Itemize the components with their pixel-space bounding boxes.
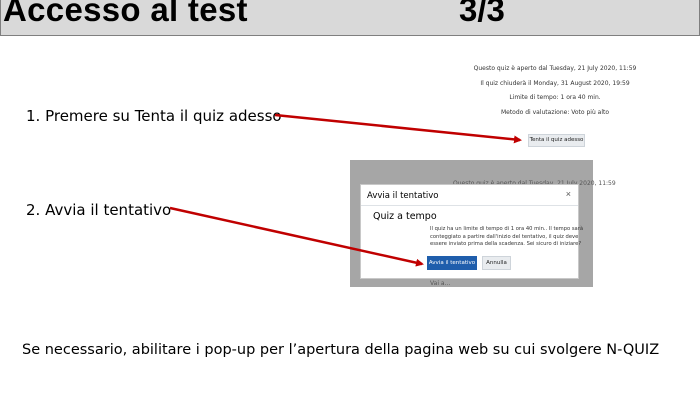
dialog-subtitle: Quiz a tempo xyxy=(373,211,437,222)
step-2-text: 2. Avvia il tentativo xyxy=(26,201,172,219)
header-bar: Accesso al test 3/3 xyxy=(0,0,700,36)
step-1-text: 1. Premere su Tenta il quiz adesso xyxy=(26,107,282,125)
page-title: Accesso al test xyxy=(3,0,248,28)
quiz-open-date: Questo quiz è aperto dal Tuesday, 21 Jul… xyxy=(473,65,637,72)
start-attempt-button[interactable]: Avvia il tentativo xyxy=(427,256,477,270)
dialog-divider xyxy=(361,205,578,206)
quiz-grading-method: Metodo di valutazione: Voto più alto xyxy=(500,108,610,116)
backdrop-link: Vai a... xyxy=(430,280,451,287)
quiz-time-limit: Limite di tempo: 1 ora 40 min. xyxy=(509,94,601,101)
page-number: 3/3 xyxy=(459,0,505,28)
quiz-info-panel: Questo quiz è aperto dal Tuesday, 21 Jul… xyxy=(440,62,670,120)
quiz-close-date: Il quiz chiuderà il Monday, 31 August 20… xyxy=(480,79,630,87)
try-quiz-button[interactable]: Tenta il quiz adesso xyxy=(528,134,585,147)
start-attempt-dialog: Avvia il tentativo × Quiz a tempo Il qui… xyxy=(360,184,584,279)
dialog-title: Avvia il tentativo xyxy=(367,191,439,201)
dialog-body: Il quiz ha un limite di tempo di 1 ora 4… xyxy=(430,226,584,249)
dialog-body-line: essere inviato prima della scadenza. Sei… xyxy=(430,241,582,247)
dialog-body-line: Il quiz ha un limite di tempo di 1 ora 4… xyxy=(430,226,584,232)
dialog-body-line: conteggiato a partire dall'inizio del te… xyxy=(430,233,579,240)
close-icon[interactable]: × xyxy=(566,189,571,199)
popup-note: Se necessario, abilitare i pop-up per l’… xyxy=(22,342,660,358)
cancel-button[interactable]: Annulla xyxy=(482,256,511,270)
